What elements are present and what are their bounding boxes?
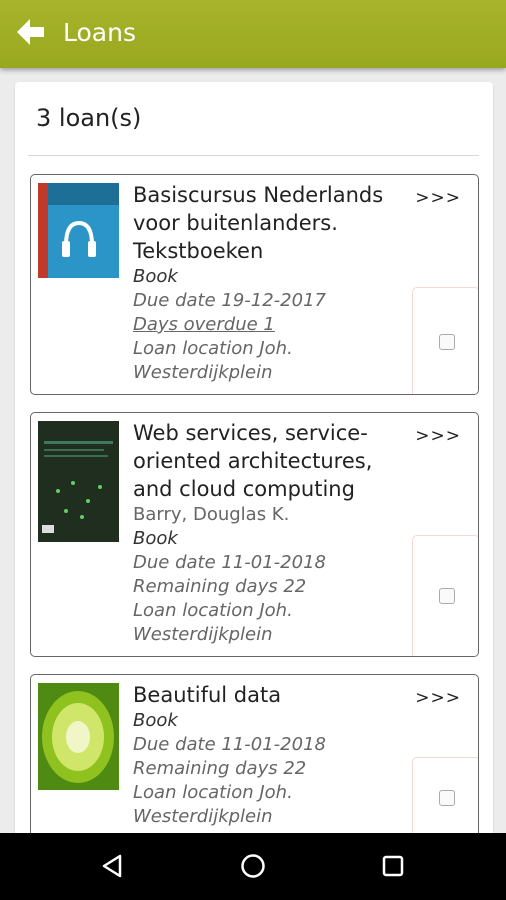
loan-location: Loan location Joh. Westerdijkplein <box>133 338 293 383</box>
triangle-back-icon[interactable] <box>98 851 128 881</box>
system-nav-bar <box>0 833 506 900</box>
divider <box>28 155 479 156</box>
renew-checkbox[interactable] <box>439 790 455 806</box>
loan-location: Loan location Joh. Westerdijkplein <box>133 600 293 645</box>
loan-card[interactable]: Web services, service-oriented architect… <box>30 412 479 657</box>
renew-checkbox-area[interactable] <box>412 757 478 842</box>
renew-checkbox-area[interactable] <box>412 535 478 656</box>
more-details-link[interactable]: >>> <box>415 426 461 446</box>
loan-title: Beautiful data <box>133 683 282 707</box>
loan-type: Book <box>133 710 178 731</box>
loan-author: Barry, Douglas K. <box>133 504 290 525</box>
more-details-link[interactable]: >>> <box>415 188 461 208</box>
loan-details: Web services, service-oriented architect… <box>133 419 401 647</box>
loan-count: 3 loan(s) <box>36 104 142 132</box>
renew-checkbox-area[interactable] <box>412 287 478 394</box>
book-cover-image <box>38 683 119 790</box>
loan-details: Beautiful data Book Due date 11-01-2018 … <box>133 681 401 829</box>
loan-card[interactable]: Basiscursus Nederlands voor buitenlander… <box>30 174 479 395</box>
loan-title: Basiscursus Nederlands voor buitenlander… <box>133 183 384 263</box>
loan-overdue-status[interactable]: Days overdue 1 <box>133 313 401 337</box>
loan-type: Book <box>133 528 178 549</box>
loan-due-date: Due date 11-01-2018 <box>133 734 326 755</box>
book-cover-image <box>38 183 119 278</box>
loan-remaining-days: Remaining days 22 <box>133 576 307 597</box>
more-details-link[interactable]: >>> <box>415 688 461 708</box>
loans-panel: 3 loan(s) Basiscursus Nederlands voor bu… <box>15 82 493 842</box>
loan-due-date: Due date 19-12-2017 <box>133 290 326 311</box>
renew-checkbox[interactable] <box>439 334 455 350</box>
circle-home-icon[interactable] <box>238 851 268 881</box>
renew-checkbox[interactable] <box>439 588 455 604</box>
book-cover-image <box>38 421 119 542</box>
app-bar: Loans <box>0 0 506 68</box>
loan-details: Basiscursus Nederlands voor buitenlander… <box>133 181 401 385</box>
square-recents-icon[interactable] <box>378 851 408 881</box>
loan-location: Loan location Joh. Westerdijkplein <box>133 782 293 827</box>
loan-type: Book <box>133 266 178 287</box>
loan-title: Web services, service-oriented architect… <box>133 421 373 501</box>
loan-card[interactable]: Beautiful data Book Due date 11-01-2018 … <box>30 674 479 842</box>
loan-due-date: Due date 11-01-2018 <box>133 552 326 573</box>
back-arrow-icon[interactable] <box>14 16 48 50</box>
loan-remaining-days: Remaining days 22 <box>133 758 307 779</box>
page-title: Loans <box>63 18 136 47</box>
